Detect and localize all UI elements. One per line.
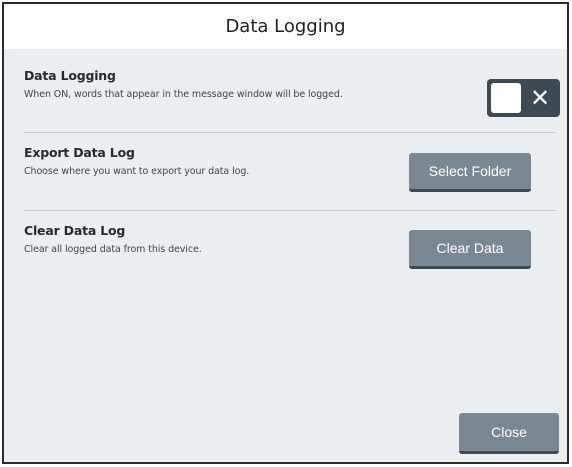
dialog-title: Data Logging [225, 16, 346, 37]
data-logging-toggle[interactable]: ✕ [487, 79, 560, 117]
data-logging-dialog: Data Logging Data Logging When ON, words… [2, 2, 569, 464]
divider [24, 132, 557, 133]
toggle-knob [491, 83, 521, 113]
dialog-titlebar: Data Logging [4, 4, 567, 49]
close-x-icon: ✕ [529, 84, 551, 112]
divider [24, 210, 557, 211]
close-button[interactable]: Close [459, 413, 559, 454]
select-folder-button[interactable]: Select Folder [409, 153, 531, 192]
data-logging-description: When ON, words that appear in the messag… [24, 89, 343, 100]
clear-data-button[interactable]: Clear Data [409, 230, 531, 269]
data-logging-section: Data Logging When ON, words that appear … [24, 68, 557, 100]
data-logging-title: Data Logging [24, 68, 116, 83]
